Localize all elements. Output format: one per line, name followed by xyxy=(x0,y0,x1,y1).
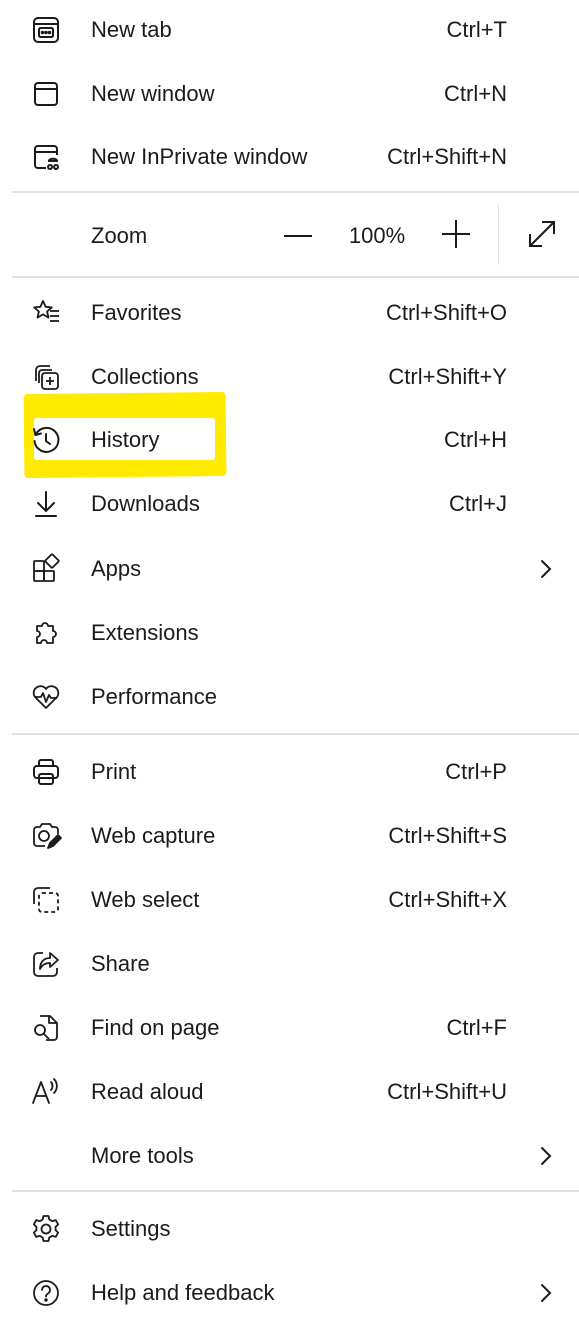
menu-item-label: Help and feedback xyxy=(91,1280,275,1305)
menu-item-web-select[interactable]: Web select Ctrl+Shift+X xyxy=(0,870,579,930)
heart-pulse-icon xyxy=(30,681,62,713)
menu-item-label: History xyxy=(91,427,160,452)
printer-icon xyxy=(30,756,62,788)
menu-item-shortcut: Ctrl+H xyxy=(444,427,507,452)
menu-item-history[interactable]: History Ctrl+H xyxy=(0,410,579,470)
menu-item-label: Settings xyxy=(91,1216,171,1241)
menu-divider xyxy=(12,191,579,193)
menu-item-read-aloud[interactable]: Read aloud Ctrl+Shift+U xyxy=(0,1062,579,1122)
menu-item-label: More tools xyxy=(91,1143,194,1168)
menu-item-shortcut: Ctrl+F xyxy=(446,1015,508,1040)
menu-item-shortcut: Ctrl+P xyxy=(445,759,507,784)
menu-item-settings[interactable]: Settings xyxy=(0,1199,579,1259)
zoom-in-button[interactable] xyxy=(436,214,476,254)
inprivate-window-icon xyxy=(30,141,62,173)
read-aloud-icon xyxy=(30,1076,62,1108)
menu-item-shortcut: Ctrl+Shift+O xyxy=(385,300,507,325)
menu-item-shortcut: Ctrl+T xyxy=(446,17,508,42)
menu-item-shortcut: Ctrl+N xyxy=(444,81,507,106)
menu-item-label: Print xyxy=(91,759,137,784)
menu-item-find-on-page[interactable]: Find on page Ctrl+F xyxy=(0,998,579,1058)
menu-item-label: Collections xyxy=(91,364,199,389)
page-search-icon xyxy=(30,1012,62,1044)
star-list-icon xyxy=(30,297,62,329)
menu-item-label: New InPrivate window xyxy=(91,144,308,169)
menu-item-web-capture[interactable]: Web capture Ctrl+Shift+S xyxy=(0,806,579,866)
menu-item-share[interactable]: Share xyxy=(0,934,579,994)
camera-pen-icon xyxy=(30,820,62,852)
menu-item-shortcut: Ctrl+Shift+S xyxy=(388,823,507,848)
question-circle-icon xyxy=(30,1277,62,1309)
zoom-label: Zoom xyxy=(91,223,148,248)
menu-item-shortcut: Ctrl+Shift+Y xyxy=(388,364,507,389)
menu-item-label: Apps xyxy=(91,556,142,581)
new-tab-icon xyxy=(30,14,62,46)
window-icon xyxy=(30,78,62,110)
menu-item-new-tab[interactable]: New tab Ctrl+T xyxy=(0,0,579,60)
collections-icon xyxy=(30,361,62,393)
menu-item-label: Favorites xyxy=(91,300,182,325)
chevron-right-icon xyxy=(534,557,558,581)
download-arrow-icon xyxy=(30,488,62,520)
apps-grid-icon xyxy=(30,553,62,585)
menu-divider xyxy=(12,1190,579,1192)
menu-item-shortcut: Ctrl+Shift+U xyxy=(387,1079,507,1104)
menu-item-print[interactable]: Print Ctrl+P xyxy=(0,742,579,802)
browser-settings-menu: New tab Ctrl+T New window Ctrl+N New InP… xyxy=(0,0,579,1324)
menu-item-extensions[interactable]: Extensions xyxy=(0,603,579,663)
menu-item-label: Web select xyxy=(91,887,200,912)
menu-item-downloads[interactable]: Downloads Ctrl+J xyxy=(0,474,579,534)
menu-item-label: Read aloud xyxy=(91,1079,204,1104)
history-clock-icon xyxy=(30,424,62,456)
menu-item-favorites[interactable]: Favorites Ctrl+Shift+O xyxy=(0,283,579,343)
chevron-right-icon xyxy=(534,1281,558,1305)
share-arrow-icon xyxy=(30,948,62,980)
menu-item-label: Share xyxy=(91,951,150,976)
menu-item-shortcut: Ctrl+Shift+X xyxy=(388,887,507,912)
zoom-out-button[interactable] xyxy=(278,216,318,256)
chevron-right-icon xyxy=(534,1144,558,1168)
menu-item-more-tools[interactable]: More tools xyxy=(0,1126,579,1186)
zoom-separator xyxy=(498,205,499,265)
gear-icon xyxy=(30,1213,62,1245)
menu-item-label: Web capture xyxy=(91,823,216,848)
zoom-level-value: 100% xyxy=(348,223,406,248)
menu-item-shortcut: Ctrl+Shift+N xyxy=(387,144,507,169)
menu-item-label: New tab xyxy=(91,17,172,42)
menu-divider xyxy=(12,733,579,735)
menu-item-label: Downloads xyxy=(91,491,200,516)
dashed-select-icon xyxy=(30,884,62,916)
menu-item-label: Extensions xyxy=(91,620,199,645)
puzzle-piece-icon xyxy=(30,617,62,649)
menu-item-help-and-feedback[interactable]: Help and feedback xyxy=(0,1263,579,1323)
menu-item-new-inprivate-window[interactable]: New InPrivate window Ctrl+Shift+N xyxy=(0,127,579,187)
menu-item-performance[interactable]: Performance xyxy=(0,667,579,727)
menu-item-label: Find on page xyxy=(91,1015,220,1040)
menu-item-new-window[interactable]: New window Ctrl+N xyxy=(0,64,579,124)
menu-item-shortcut: Ctrl+J xyxy=(448,491,507,516)
menu-item-apps[interactable]: Apps xyxy=(0,539,579,599)
menu-item-label: Performance xyxy=(91,684,217,709)
fullscreen-button[interactable] xyxy=(522,214,562,254)
menu-divider xyxy=(12,276,579,278)
menu-item-label: New window xyxy=(91,81,215,106)
menu-item-collections[interactable]: Collections Ctrl+Shift+Y xyxy=(0,347,579,407)
